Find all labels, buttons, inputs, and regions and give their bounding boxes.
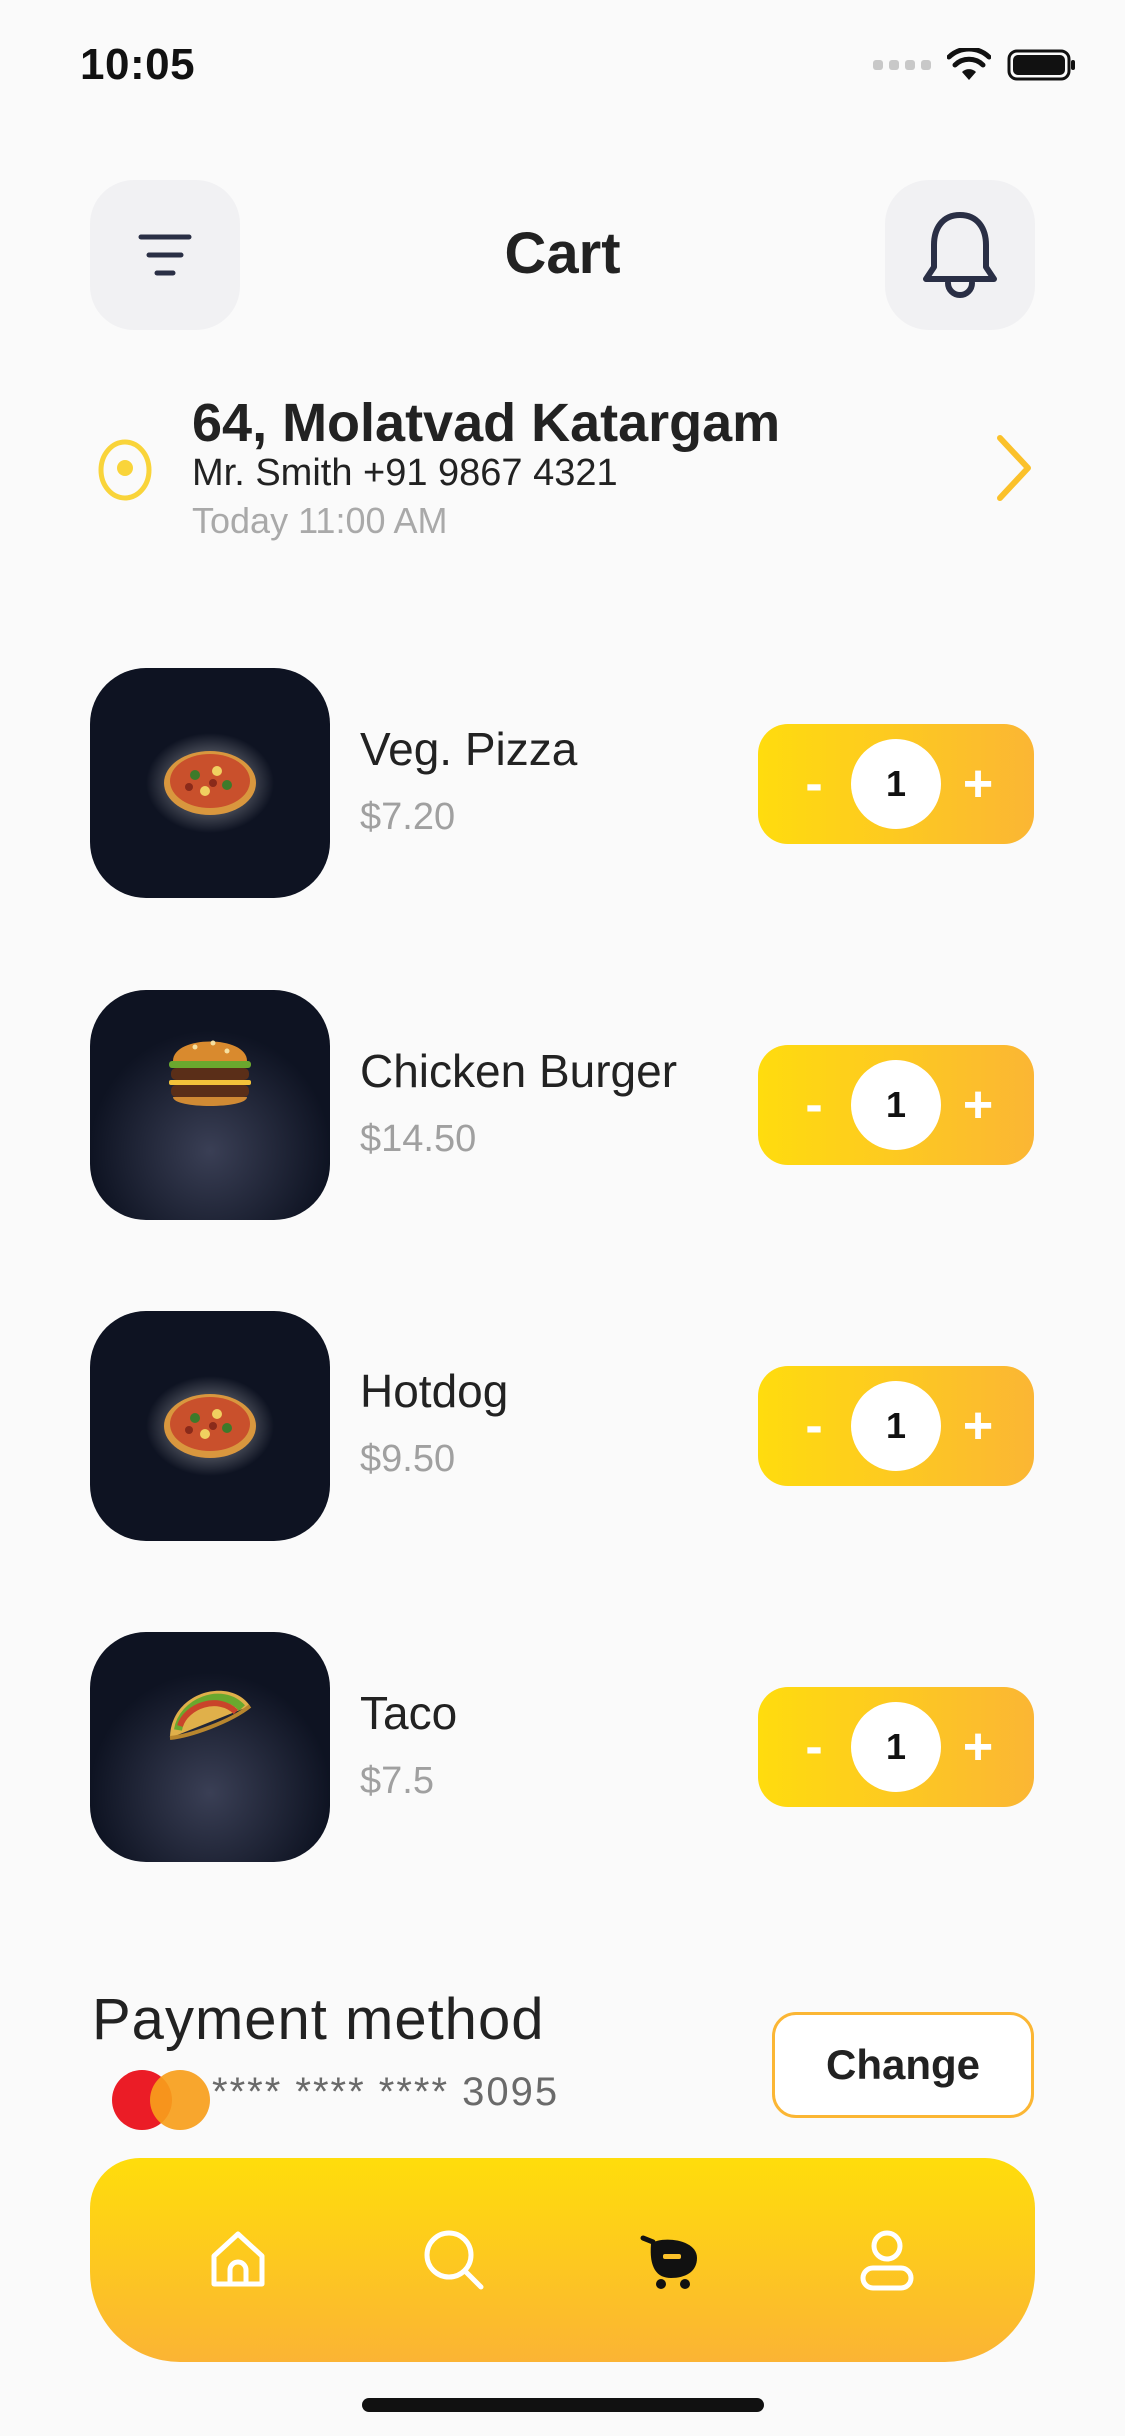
item-image-burger <box>90 990 330 1220</box>
nav-search[interactable] <box>404 2210 504 2310</box>
item-image-hotdog <box>90 1311 330 1541</box>
status-time: 10:05 <box>80 40 196 89</box>
quantity-stepper: - 1 + <box>758 724 1034 844</box>
home-icon <box>211 2231 265 2287</box>
increase-button[interactable]: + <box>956 1400 1000 1452</box>
taco-icon <box>169 1690 252 1740</box>
increase-button[interactable]: + <box>956 758 1000 810</box>
item-price: $9.50 <box>360 1438 456 1480</box>
payment-method-title: Payment method <box>92 1987 545 2052</box>
home-indicator <box>362 2398 764 2412</box>
address-contact: Mr. Smith +91 9867 4321 <box>192 452 618 494</box>
cart-icon <box>640 2235 697 2289</box>
pizza-icon <box>146 1376 274 1476</box>
address-chevron-button[interactable] <box>990 432 1038 509</box>
bottom-nav <box>90 2158 1035 2362</box>
card-number: **** **** **** 3095 <box>212 2070 560 2114</box>
decrease-button[interactable]: - <box>792 1721 836 1773</box>
quantity-stepper: - 1 + <box>758 1366 1034 1486</box>
quantity-value: 1 <box>851 1702 941 1792</box>
item-image-taco <box>90 1632 330 1862</box>
profile-icon <box>860 2230 914 2291</box>
status-icons <box>873 48 1077 82</box>
address-street: 64, Molatvad Katargam <box>192 393 781 453</box>
delivery-time: Today 11:00 AM <box>192 500 448 541</box>
notification-button[interactable] <box>885 180 1035 330</box>
change-payment-button[interactable]: Change <box>772 2012 1034 2118</box>
item-name: Veg. Pizza <box>360 723 578 775</box>
quantity-stepper: - 1 + <box>758 1045 1034 1165</box>
quantity-value: 1 <box>851 739 941 829</box>
decrease-button[interactable]: - <box>792 758 836 810</box>
bell-icon <box>923 212 997 298</box>
card-brand <box>110 2068 212 2137</box>
decrease-button[interactable]: - <box>792 1400 836 1452</box>
mastercard-icon <box>112 2070 210 2130</box>
item-price: $7.20 <box>360 796 456 838</box>
burger-icon <box>169 1040 251 1106</box>
decrease-button[interactable]: - <box>792 1079 836 1131</box>
nav-profile[interactable] <box>837 2210 937 2310</box>
search-icon <box>424 2230 484 2290</box>
chevron-right-icon <box>997 435 1031 501</box>
nav-cart[interactable] <box>621 2210 721 2310</box>
item-name: Hotdog <box>360 1365 509 1417</box>
pizza-icon <box>146 733 274 833</box>
increase-button[interactable]: + <box>956 1721 1000 1773</box>
item-name: Chicken Burger <box>360 1045 678 1097</box>
increase-button[interactable]: + <box>956 1079 1000 1131</box>
location-pin-icon <box>98 439 152 501</box>
item-price: $7.5 <box>360 1760 434 1802</box>
battery-icon <box>1007 49 1075 81</box>
quantity-value: 1 <box>851 1381 941 1471</box>
item-image-pizza <box>90 668 330 898</box>
wifi-icon <box>947 48 991 80</box>
address-location <box>96 438 154 507</box>
item-name: Taco <box>360 1687 458 1739</box>
nav-home[interactable] <box>188 2210 288 2310</box>
quantity-stepper: - 1 + <box>758 1687 1034 1807</box>
item-price: $14.50 <box>360 1118 477 1160</box>
signal-icon <box>873 60 931 70</box>
quantity-value: 1 <box>851 1060 941 1150</box>
